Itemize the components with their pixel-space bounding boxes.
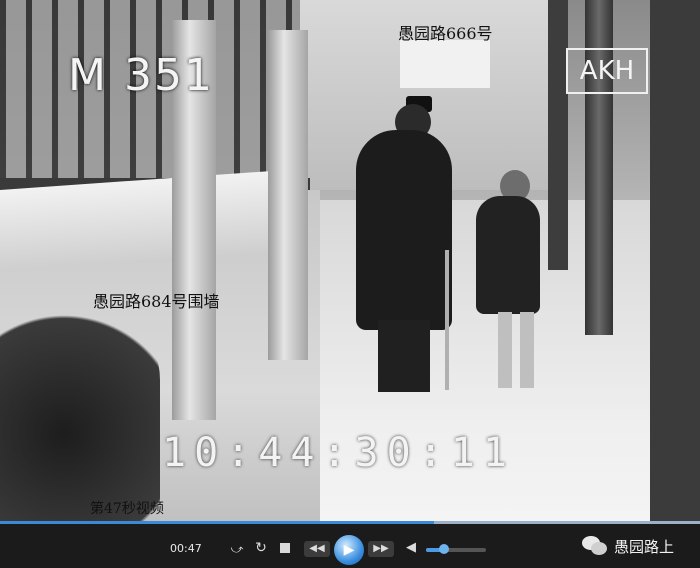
- wechat-icon: [582, 536, 608, 556]
- child-coat: [476, 196, 540, 314]
- caption-wall: 愚园路684号围墙: [93, 292, 220, 311]
- reel-code: M 351: [68, 50, 214, 101]
- account-name: 愚园路上: [614, 537, 675, 556]
- elapsed-time: 00:47: [170, 542, 202, 555]
- film-timecode: 10:44:30:11: [162, 430, 515, 476]
- lamp-pole: [548, 0, 568, 270]
- foreground-shadow: [0, 300, 160, 523]
- video-frame[interactable]: M 351 AKH 10:44:30:11 愚园路666号 愚园路684号围墙 …: [0, 0, 700, 523]
- caption-video-second: 第47秒视频: [90, 501, 164, 517]
- wechat-watermark: 愚园路上: [582, 524, 674, 568]
- play-icon[interactable]: ▶: [334, 535, 364, 565]
- stop-icon[interactable]: [280, 543, 290, 553]
- volume-handle[interactable]: [439, 544, 449, 554]
- rate-icon[interactable]: ⤻: [228, 541, 246, 557]
- tree-trunk-near: [650, 0, 700, 523]
- gate-pillar: [268, 30, 308, 360]
- caption-road-number: 愚园路666号: [398, 24, 493, 43]
- video-player-window: M 351 AKH 10:44:30:11 愚园路666号 愚园路684号围墙 …: [0, 0, 700, 568]
- rewind-icon[interactable]: ◀◀: [304, 541, 330, 557]
- volume-slider[interactable]: [426, 544, 486, 554]
- man-legs: [378, 320, 430, 392]
- man-coat: [356, 130, 452, 330]
- loop-icon[interactable]: ↻: [252, 540, 270, 556]
- volume-icon[interactable]: ◀: [404, 540, 418, 556]
- child-legs: [498, 312, 534, 388]
- walking-cane: [445, 250, 449, 390]
- archive-logo: AKH: [566, 48, 648, 94]
- player-controls: 00:47 ⤻ ↻ ◀◀ ▶ ▶▶ ◀ 愚园路上: [0, 524, 700, 568]
- forward-icon[interactable]: ▶▶: [368, 541, 394, 557]
- storefront-sign: [400, 40, 490, 88]
